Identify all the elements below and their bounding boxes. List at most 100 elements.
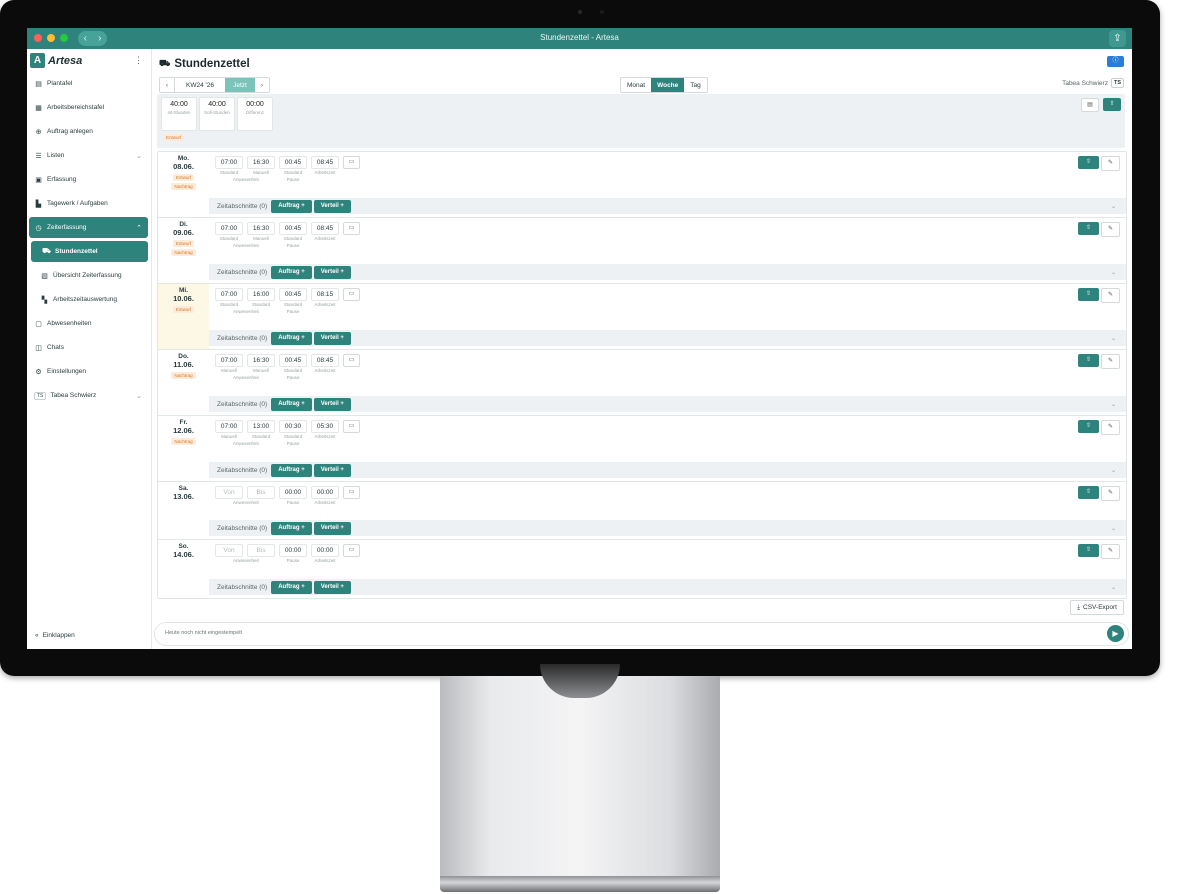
upload-day-button[interactable]: ⇧	[1078, 222, 1099, 235]
sidebar-item-plantafel[interactable]: ▤ Plantafel	[29, 73, 148, 94]
add-auftrag-button[interactable]: Auftrag +	[271, 397, 312, 411]
upload-day-button[interactable]: ⇧	[1078, 420, 1099, 433]
upload-all-button[interactable]: ⇧	[1103, 98, 1121, 111]
zeitabschnitte-bar[interactable]: Zeitabschnitte (0) Auftrag + Verteil + ⌄	[209, 264, 1126, 280]
sidebar-item-stundenzettel[interactable]: ⛟ Stundenzettel	[31, 241, 148, 262]
time-input[interactable]: 08:45	[311, 354, 339, 367]
time-input[interactable]: 00:45	[279, 354, 307, 367]
sidebar-item-user[interactable]: TS Tabea Schwierz ⌄	[29, 385, 148, 406]
edit-icon[interactable]: ✎	[1101, 288, 1120, 303]
time-input[interactable]: Bis	[247, 486, 275, 499]
time-input[interactable]: 07:00	[215, 420, 243, 433]
time-input[interactable]: 05:30	[311, 420, 339, 433]
info-button[interactable]: ⓘ	[1107, 56, 1124, 67]
week-label[interactable]: KW24 '26	[174, 78, 225, 92]
sidebar-item-auftrag-anlegen[interactable]: ⊕ Auftrag anlegen	[29, 121, 148, 142]
upload-day-button[interactable]: ⇧	[1078, 156, 1099, 169]
add-auftrag-button[interactable]: Auftrag +	[271, 521, 312, 535]
zeitabschnitte-bar[interactable]: Zeitabschnitte (0) Auftrag + Verteil + ⌄	[209, 579, 1126, 595]
add-verteil-button[interactable]: Verteil +	[313, 397, 351, 411]
time-input[interactable]: 08:15	[311, 288, 339, 301]
time-input[interactable]: Von	[215, 544, 243, 557]
comment-icon[interactable]: ▭	[343, 420, 360, 433]
chevron-down-icon[interactable]: ⌄	[1111, 467, 1116, 474]
time-input[interactable]: 08:45	[311, 156, 339, 169]
add-verteil-button[interactable]: Verteil +	[313, 331, 351, 345]
time-input[interactable]: 16:30	[247, 354, 275, 367]
time-input[interactable]: 16:30	[247, 156, 275, 169]
collapse-button[interactable]: « Einklappen	[35, 632, 75, 639]
edit-icon[interactable]: ✎	[1101, 222, 1120, 237]
brand-logo[interactable]: A Artesa	[30, 53, 82, 68]
add-auftrag-button[interactable]: Auftrag +	[271, 463, 312, 477]
upload-day-button[interactable]: ⇧	[1078, 544, 1099, 557]
sidebar-item-tagewerk[interactable]: ▙ Tagewerk / Aufgaben	[29, 193, 148, 214]
time-input[interactable]: 00:00	[279, 544, 307, 557]
add-auftrag-button[interactable]: Auftrag +	[271, 265, 312, 279]
add-auftrag-button[interactable]: Auftrag +	[271, 199, 312, 213]
chevron-down-icon[interactable]: ⌄	[1111, 401, 1116, 408]
chevron-down-icon[interactable]: ⌄	[1111, 203, 1116, 210]
time-input[interactable]: 08:45	[311, 222, 339, 235]
tab-woche[interactable]: Woche	[651, 78, 685, 92]
sidebar-item-abwesenheiten[interactable]: ▢ Abwesenheiten	[29, 313, 148, 334]
time-input[interactable]: 07:00	[215, 156, 243, 169]
today-button[interactable]: Jetzt	[225, 78, 255, 92]
tab-monat[interactable]: Monat	[621, 78, 651, 92]
time-input[interactable]: 00:00	[311, 544, 339, 557]
time-input[interactable]: 00:45	[279, 156, 307, 169]
time-input[interactable]: Von	[215, 486, 243, 499]
sidebar-item-arbeitsbereichstafel[interactable]: ▦ Arbeitsbereichstafel	[29, 97, 148, 118]
time-input[interactable]: 16:00	[247, 288, 275, 301]
sidebar-item-chats[interactable]: ◫ Chats	[29, 337, 148, 358]
zeitabschnitte-bar[interactable]: Zeitabschnitte (0) Auftrag + Verteil + ⌄	[209, 330, 1126, 346]
upload-day-button[interactable]: ⇧	[1078, 486, 1099, 499]
comment-icon[interactable]: ▭	[343, 486, 360, 499]
upload-day-button[interactable]: ⇧	[1078, 354, 1099, 367]
print-icon[interactable]: ▤	[1081, 98, 1099, 112]
chevron-down-icon[interactable]: ⌄	[1111, 525, 1116, 532]
edit-icon[interactable]: ✎	[1101, 156, 1120, 171]
time-input[interactable]: 13:00	[247, 420, 275, 433]
sidebar-item-arbeitszeitauswertung[interactable]: ▚ Arbeitszeitauswertung	[29, 289, 148, 310]
add-verteil-button[interactable]: Verteil +	[313, 580, 351, 594]
zeitabschnitte-bar[interactable]: Zeitabschnitte (0) Auftrag + Verteil + ⌄	[209, 198, 1126, 214]
comment-icon[interactable]: ▭	[343, 354, 360, 367]
chevron-down-icon[interactable]: ⌄	[1111, 269, 1116, 276]
time-input[interactable]: 07:00	[215, 288, 243, 301]
comment-icon[interactable]: ▭	[343, 544, 360, 557]
sidebar-item-listen[interactable]: ☰ Listen ⌄	[29, 145, 148, 166]
sidebar-item-zeiterfassung[interactable]: ◷ Zeiterfassung ⌃	[29, 217, 148, 238]
time-input[interactable]: 00:45	[279, 288, 307, 301]
time-input[interactable]: 07:00	[215, 354, 243, 367]
more-vert-icon[interactable]: ⋮	[134, 55, 143, 66]
chevron-down-icon[interactable]: ⌄	[1111, 335, 1116, 342]
comment-icon[interactable]: ▭	[343, 222, 360, 235]
zeitabschnitte-bar[interactable]: Zeitabschnitte (0) Auftrag + Verteil + ⌄	[209, 396, 1126, 412]
sidebar-item-einstellungen[interactable]: ⚙ Einstellungen	[29, 361, 148, 382]
time-input[interactable]: 00:45	[279, 222, 307, 235]
prev-week-icon[interactable]: ‹	[160, 78, 174, 92]
time-input[interactable]: 16:30	[247, 222, 275, 235]
zeitabschnitte-bar[interactable]: Zeitabschnitte (0) Auftrag + Verteil + ⌄	[209, 462, 1126, 478]
add-verteil-button[interactable]: Verteil +	[313, 521, 351, 535]
zeitabschnitte-bar[interactable]: Zeitabschnitte (0) Auftrag + Verteil + ⌄	[209, 520, 1126, 536]
start-stamp-button[interactable]: ▶	[1107, 625, 1124, 642]
time-input[interactable]: Bis	[247, 544, 275, 557]
next-week-icon[interactable]: ›	[255, 78, 269, 92]
add-auftrag-button[interactable]: Auftrag +	[271, 331, 312, 345]
add-verteil-button[interactable]: Verteil +	[313, 463, 351, 477]
sidebar-item-uebersicht-zeiterfassung[interactable]: ▧ Übersicht Zeiterfassung	[29, 265, 148, 286]
time-input[interactable]: 00:30	[279, 420, 307, 433]
user-chip[interactable]: Tabea Schwierz TS	[1062, 78, 1124, 88]
time-input[interactable]: 00:00	[279, 486, 307, 499]
edit-icon[interactable]: ✎	[1101, 486, 1120, 501]
comment-icon[interactable]: ▭	[343, 156, 360, 169]
edit-icon[interactable]: ✎	[1101, 354, 1120, 369]
edit-icon[interactable]: ✎	[1101, 420, 1120, 435]
csv-export-button[interactable]: ⤓ CSV-Export	[1070, 600, 1124, 615]
chevron-down-icon[interactable]: ⌄	[1111, 584, 1116, 591]
comment-icon[interactable]: ▭	[343, 288, 360, 301]
add-auftrag-button[interactable]: Auftrag +	[271, 580, 312, 594]
share-icon[interactable]: ⇪	[1109, 30, 1126, 47]
